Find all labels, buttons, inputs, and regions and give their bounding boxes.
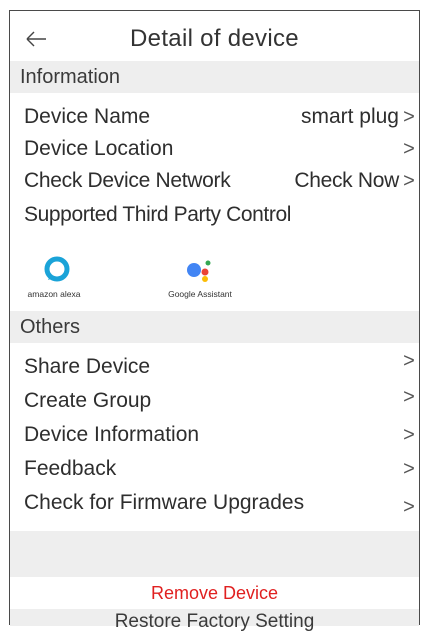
feedback-row[interactable]: Feedback > [10,453,419,485]
chevron-right-icon: > [403,424,415,446]
firmware-upgrade-label: Check for Firmware Upgrades [24,491,305,514]
chevron-right-icon: > [403,496,415,518]
header-bar: Detail of device [10,25,419,59]
firmware-upgrade-row[interactable]: Check for Firmware Upgrades > [10,487,419,519]
chevron-right-icon: > [403,106,415,128]
chevron-right-icon: > [403,458,415,480]
google-assistant-logo: Google Assistant [150,245,250,303]
section-header-others: Others [10,311,419,343]
section-header-information: Information [10,61,419,93]
share-device-label: Share Device [24,355,151,378]
back-arrow-icon[interactable] [25,29,47,49]
alexa-caption: amazon alexa [27,289,81,299]
device-location-row[interactable]: Device Location > [10,133,419,165]
google-assistant-caption: Google Assistant [168,289,232,299]
device-name-row[interactable]: Device Name smart plug > [10,101,419,133]
create-group-row[interactable]: Create Group > [10,385,419,417]
chevron-right-icon: > [403,170,415,192]
third-party-logos: amazon alexa Google Assistant [10,245,419,303]
alexa-ring-icon [44,256,70,282]
check-now-value: Check Now [294,169,399,192]
device-detail-screen: Detail of device Information Device Name… [9,10,420,632]
alexa-logo: amazon alexa [10,245,110,303]
page-title: Detail of device [130,25,299,52]
third-party-control-label: Supported Third Party Control [24,203,291,226]
check-device-network-label: Check Device Network [24,169,231,192]
share-device-row[interactable]: Share Device > [10,350,419,383]
third-party-control-row: Supported Third Party Control [10,199,419,231]
chevron-right-icon: > [403,386,415,408]
google-assistant-dots-icon [187,260,211,282]
restore-factory-setting-button[interactable]: Restore Factory Setting [10,607,419,637]
section-divider [10,531,419,577]
create-group-label: Create Group [24,389,152,412]
feedback-label: Feedback [24,457,117,480]
device-information-label: Device Information [24,423,200,446]
check-device-network-row[interactable]: Check Device Network Check Now > [10,165,419,197]
device-name-label: Device Name [24,105,151,128]
device-location-label: Device Location [24,137,174,160]
remove-device-button[interactable]: Remove Device [10,577,419,609]
device-name-value: smart plug [300,105,399,128]
chevron-right-icon: > [403,350,415,372]
device-information-row[interactable]: Device Information > [10,419,419,451]
chevron-right-icon: > [403,138,415,160]
